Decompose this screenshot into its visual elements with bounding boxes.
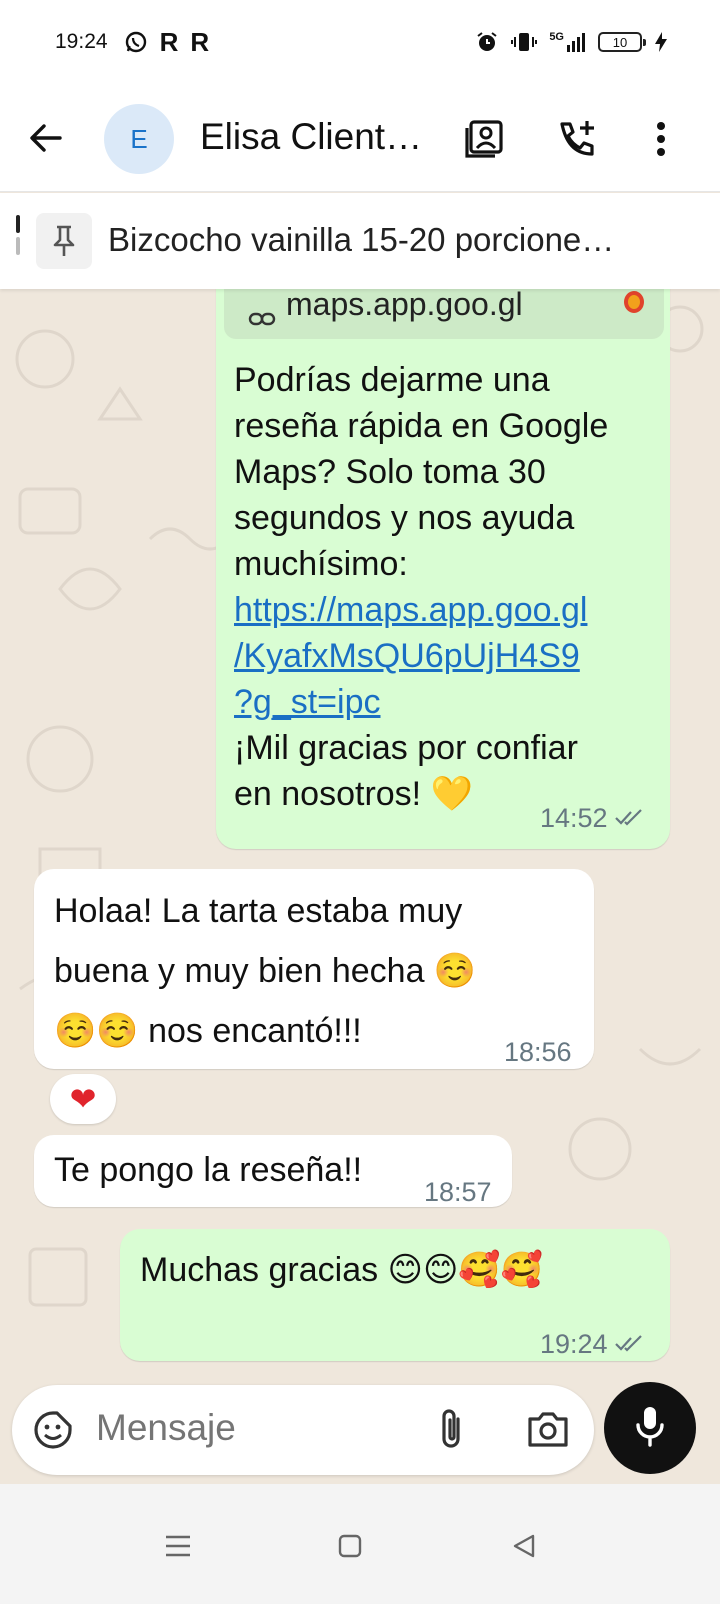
message-line: Podrías dejarme una [234,361,550,399]
pinned-message-text: Bizcocho vainilla 15-20 porcione… [108,221,615,258]
message-link[interactable]: /KyafxMsQU6pUjH4S9 [234,633,664,679]
pinned-indicator [16,215,20,255]
link-preview-domain: maps.app.goo.gl [286,289,523,322]
charging-icon [654,31,668,53]
back-arrow-icon[interactable] [26,118,66,158]
status-bar-left: 19:24 R R [55,27,209,58]
signal-5g-icon: 5G [549,31,586,53]
double-check-icon [614,1321,644,1367]
link-preview-icon [248,293,276,339]
pinned-message-bar[interactable]: Bizcocho vainilla 15-20 porcione… [0,193,720,289]
double-check-icon [614,795,644,841]
message-line: segundos y nos ayuda [234,499,575,537]
avatar-letter: E [130,123,148,154]
r-app-icon: R [190,26,210,57]
whatsapp-icon [124,30,148,54]
message-time-text: 14:52 [540,803,608,833]
network-type: 5G [549,31,564,43]
mic-button[interactable] [604,1382,696,1474]
message-line: Maps? Solo toma 30 [234,453,546,491]
heart-reaction-icon: ❤ [69,1081,97,1117]
message-bubble-incoming[interactable]: Te pongo la reseña!! 18:57 [34,1135,512,1207]
message-link[interactable]: https://maps.app.goo.gl [234,587,664,633]
add-call-icon[interactable] [554,116,600,162]
message-text: Holaa! La tarta estaba muy buena y muy b… [54,881,574,1061]
message-text: Te pongo la reseña!! [54,1151,363,1189]
message-time: 14:52 [540,795,644,841]
sticker-icon[interactable] [32,1409,74,1456]
status-bar-right: 5G 10 [475,30,668,54]
mic-icon [633,1403,667,1454]
pin-icon [36,213,92,269]
message-text: Podrías dejarme una reseña rápida en Goo… [234,357,664,817]
more-vert-icon[interactable] [638,116,684,162]
message-line: reseña rápida en Google [234,407,609,445]
message-link[interactable]: ?g_st=ipc [234,679,664,725]
system-nav-bar [0,1484,720,1604]
vibrate-icon [511,30,538,54]
chat-header: E Elisa Client… [0,84,720,192]
message-time-text: 18:57 [424,1177,492,1207]
message-bubble-outgoing[interactable]: Muchas gracias 😊😊🥰🥰 19:24 [120,1229,670,1361]
message-bubble-incoming[interactable]: Holaa! La tarta estaba muy buena y muy b… [34,869,594,1069]
contact-card-icon[interactable] [462,116,508,162]
message-input[interactable] [96,1407,396,1449]
message-line: Holaa! La tarta estaba muy [54,892,463,930]
message-composer[interactable] [12,1385,594,1475]
message-line: muchísimo: [234,545,408,583]
message-line: ☺️☺️ nos encantó!!! [54,1012,362,1050]
link-preview-favicon [624,291,644,313]
message-time-text: 19:24 [540,1329,608,1359]
menu-icon[interactable] [156,1524,200,1568]
reaction-badge[interactable]: ❤ [50,1074,116,1124]
status-time: 19:24 [55,30,108,53]
avatar[interactable]: E [104,104,174,174]
message-time: 18:56 [504,1029,572,1075]
status-bar: 19:24 R R 5G 10 [0,0,720,84]
message-line: buena y muy bien hecha ☺️ [54,952,477,990]
message-bubble-outgoing[interactable]: maps.app.goo.gl Podrías dejarme una rese… [216,289,670,849]
message-time: 18:57 [424,1169,492,1215]
camera-icon[interactable] [526,1409,570,1454]
battery-level: 10 [612,34,628,50]
message-time-text: 18:56 [504,1037,572,1067]
link-preview[interactable]: maps.app.goo.gl [224,289,664,339]
home-icon[interactable] [328,1524,372,1568]
back-icon[interactable] [502,1524,546,1568]
chat-area[interactable]: maps.app.goo.gl Podrías dejarme una rese… [0,289,720,1404]
contact-name[interactable]: Elisa Client… [200,116,440,158]
message-text: Muchas gracias 😊😊🥰🥰 [140,1251,544,1289]
alarm-icon [475,30,499,54]
r-app-icon: R [159,26,179,57]
battery-icon: 10 [598,32,646,52]
message-time: 19:24 [540,1321,644,1367]
attach-icon[interactable] [436,1407,466,1458]
message-line: ¡Mil gracias por confiar [234,729,578,767]
